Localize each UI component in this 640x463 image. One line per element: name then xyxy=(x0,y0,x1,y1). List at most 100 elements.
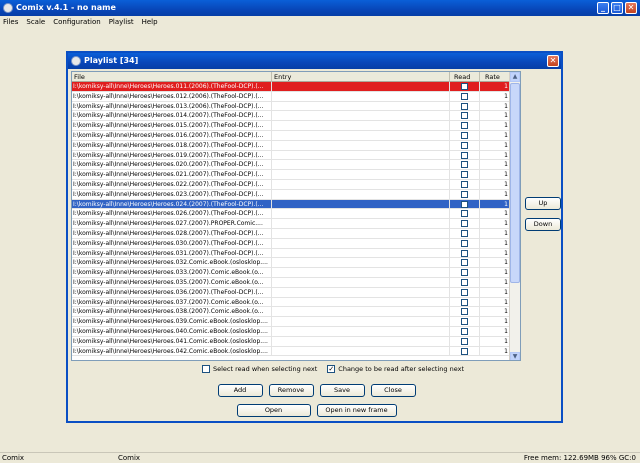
read-checkbox[interactable] xyxy=(461,337,468,345)
read-checkbox[interactable] xyxy=(461,83,468,90)
read-checkbox[interactable] xyxy=(461,249,468,257)
table-row[interactable]: I:\komiksy-all\Inne\Heroes\Heroes.031.(2… xyxy=(72,248,511,259)
table-row[interactable]: I:\komiksy-all\Inne\Heroes\Heroes.012.(2… xyxy=(72,91,511,102)
maximize-icon[interactable]: □ xyxy=(611,2,623,14)
read-checkbox[interactable] xyxy=(461,200,468,208)
close-button[interactable]: Close xyxy=(370,384,416,397)
cell-read xyxy=(450,297,480,307)
read-checkbox[interactable] xyxy=(461,122,468,130)
table-row[interactable]: I:\komiksy-all\Inne\Heroes\Heroes.028.(2… xyxy=(72,228,511,239)
read-checkbox[interactable] xyxy=(461,269,468,277)
table-row[interactable]: I:\komiksy-all\Inne\Heroes\Heroes.040.Co… xyxy=(72,326,511,337)
read-checkbox[interactable] xyxy=(461,151,468,159)
read-checkbox[interactable] xyxy=(461,131,468,139)
cell-read xyxy=(450,199,480,209)
read-checkbox[interactable] xyxy=(461,141,468,149)
table-row[interactable]: I:\komiksy-all\Inne\Heroes\Heroes.020.(2… xyxy=(72,160,511,171)
read-checkbox[interactable] xyxy=(461,278,468,286)
read-checkbox[interactable] xyxy=(461,239,468,247)
table-row[interactable]: I:\komiksy-all\Inne\Heroes\Heroes.037.(2… xyxy=(72,297,511,308)
table-row[interactable]: I:\komiksy-all\Inne\Heroes\Heroes.021.(2… xyxy=(72,170,511,180)
read-checkbox[interactable] xyxy=(461,347,468,355)
minimize-icon[interactable]: _ xyxy=(597,2,609,14)
table-row[interactable]: I:\komiksy-all\Inne\Heroes\Heroes.024.(2… xyxy=(72,199,511,210)
cell-read xyxy=(450,268,480,278)
read-checkbox[interactable] xyxy=(461,102,468,110)
change-read-checkbox[interactable]: ✓ xyxy=(327,365,336,373)
open-button[interactable]: Open xyxy=(236,404,311,417)
cell-read xyxy=(450,209,480,219)
dialog-title-bar[interactable]: Playlist [34] ✕ xyxy=(68,53,561,69)
table-row[interactable]: I:\komiksy-all\Inne\Heroes\Heroes.013.(2… xyxy=(72,101,511,112)
down-button[interactable]: Down xyxy=(525,218,561,231)
read-checkbox[interactable] xyxy=(461,318,468,326)
read-checkbox[interactable] xyxy=(461,308,468,316)
read-checkbox[interactable] xyxy=(461,92,468,100)
table-row[interactable]: I:\komiksy-all\Inne\Heroes\Heroes.041.Co… xyxy=(72,336,511,347)
read-checkbox[interactable] xyxy=(461,210,468,218)
read-checkbox[interactable] xyxy=(461,229,468,237)
remove-button[interactable]: Remove xyxy=(268,384,314,397)
table-row[interactable]: I:\komiksy-all\Inne\Heroes\Heroes.030.(2… xyxy=(72,238,511,249)
select-read-checkbox[interactable] xyxy=(202,365,210,373)
table-row[interactable]: I:\komiksy-all\Inne\Heroes\Heroes.026.(2… xyxy=(72,209,511,220)
read-checkbox[interactable] xyxy=(461,180,468,188)
table-row[interactable]: I:\komiksy-all\Inne\Heroes\Heroes.022.(2… xyxy=(72,179,511,190)
cell-file: I:\komiksy-all\Inne\Heroes\Heroes.039.Co… xyxy=(72,317,272,327)
cell-rate: 1 xyxy=(480,111,511,121)
read-checkbox[interactable] xyxy=(461,171,468,179)
read-checkbox[interactable] xyxy=(461,220,468,228)
column-header-rate[interactable]: Rate xyxy=(480,72,511,82)
table-row[interactable]: I:\komiksy-all\Inne\Heroes\Heroes.016.(2… xyxy=(72,130,511,141)
cell-read xyxy=(450,101,480,111)
table-row[interactable]: I:\komiksy-all\Inne\Heroes\Heroes.019.(2… xyxy=(72,150,511,161)
vertical-scrollbar[interactable]: ▲ ▼ xyxy=(509,72,520,360)
change-read-option[interactable]: ✓ Change to be read after selecting next xyxy=(327,365,464,373)
table-row[interactable]: I:\komiksy-all\Inne\Heroes\Heroes.032.Co… xyxy=(72,258,511,269)
add-button[interactable]: Add xyxy=(217,384,263,397)
open-new-frame-button[interactable]: Open in new frame xyxy=(316,404,397,417)
table-row[interactable]: I:\komiksy-all\Inne\Heroes\Heroes.035.(2… xyxy=(72,277,511,288)
table-row[interactable]: I:\komiksy-all\Inne\Heroes\Heroes.023.(2… xyxy=(72,189,511,200)
read-checkbox[interactable] xyxy=(461,327,468,335)
save-button[interactable]: Save xyxy=(319,384,365,397)
select-read-option[interactable]: Select read when selecting next xyxy=(202,365,317,373)
read-checkbox[interactable] xyxy=(461,288,468,296)
scroll-down-icon[interactable]: ▼ xyxy=(510,352,520,360)
close-icon[interactable]: ✕ xyxy=(625,2,637,14)
cell-rate: 1 xyxy=(480,170,511,180)
cell-read xyxy=(450,248,480,258)
table-row[interactable]: I:\komiksy-all\Inne\Heroes\Heroes.038.(2… xyxy=(72,307,511,318)
scroll-thumb[interactable] xyxy=(510,83,520,283)
table-row[interactable]: I:\komiksy-all\Inne\Heroes\Heroes.018.(2… xyxy=(72,140,511,151)
cell-file: I:\komiksy-all\Inne\Heroes\Heroes.016.(2… xyxy=(72,130,272,140)
table-row[interactable]: I:\komiksy-all\Inne\Heroes\Heroes.042.Co… xyxy=(72,346,511,357)
table-row[interactable]: I:\komiksy-all\Inne\Heroes\Heroes.015.(2… xyxy=(72,121,511,131)
table-row[interactable]: I:\komiksy-all\Inne\Heroes\Heroes.039.Co… xyxy=(72,317,511,327)
menu-files[interactable]: Files xyxy=(3,16,18,28)
main-title-bar: Comix v.4.1 - no name _ □ ✕ xyxy=(0,0,640,16)
table-row[interactable]: I:\komiksy-all\Inne\Heroes\Heroes.036.(2… xyxy=(72,287,511,298)
cell-rate: 1 xyxy=(480,82,511,91)
column-header-read[interactable]: Read xyxy=(450,72,480,82)
read-checkbox[interactable] xyxy=(461,161,468,169)
column-header-file[interactable]: File xyxy=(72,72,272,82)
cell-file: I:\komiksy-all\Inne\Heroes\Heroes.022.(2… xyxy=(72,179,272,189)
playlist-table: File Entry Read Rate I:\komiksy-all\Inne… xyxy=(71,71,521,361)
menu-help[interactable]: Help xyxy=(142,16,158,28)
menu-playlist[interactable]: Playlist xyxy=(109,16,134,28)
dialog-close-icon[interactable]: ✕ xyxy=(547,55,559,67)
read-checkbox[interactable] xyxy=(461,112,468,120)
table-row[interactable]: I:\komiksy-all\Inne\Heroes\Heroes.011.(2… xyxy=(72,82,511,92)
read-checkbox[interactable] xyxy=(461,298,468,306)
table-row[interactable]: I:\komiksy-all\Inne\Heroes\Heroes.027.(2… xyxy=(72,219,511,229)
menu-configuration[interactable]: Configuration xyxy=(53,16,100,28)
table-row[interactable]: I:\komiksy-all\Inne\Heroes\Heroes.033.(2… xyxy=(72,268,511,278)
table-row[interactable]: I:\komiksy-all\Inne\Heroes\Heroes.014.(2… xyxy=(72,111,511,122)
up-button[interactable]: Up xyxy=(525,197,561,210)
read-checkbox[interactable] xyxy=(461,259,468,267)
read-checkbox[interactable] xyxy=(461,190,468,198)
column-header-entry[interactable]: Entry xyxy=(272,72,450,82)
scroll-up-icon[interactable]: ▲ xyxy=(510,72,520,82)
menu-scale[interactable]: Scale xyxy=(26,16,45,28)
